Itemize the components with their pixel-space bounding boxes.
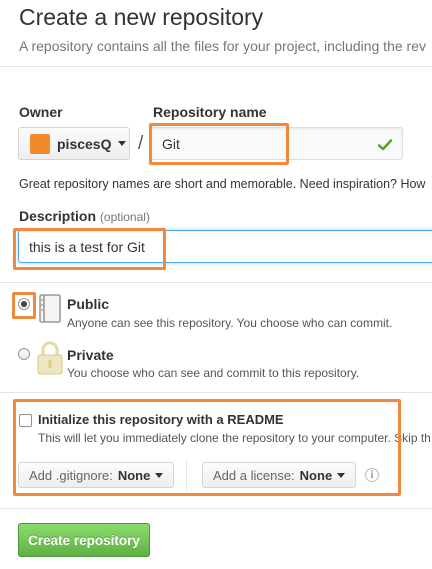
repo-name-label: Repository name [153, 104, 267, 120]
divider [0, 392, 432, 393]
divider [0, 66, 432, 67]
description-label: Description (optional) [19, 208, 150, 224]
private-radio[interactable] [18, 348, 30, 360]
public-title: Public [67, 296, 110, 312]
highlight-repo-name [149, 123, 289, 165]
highlight-public-radio [12, 292, 36, 319]
owner-select[interactable]: piscesQ [18, 127, 130, 160]
avatar [30, 133, 50, 154]
page-title: Create a new repository [19, 4, 264, 30]
divider [0, 508, 432, 509]
highlight-description [13, 228, 166, 270]
caret-down-icon [118, 141, 127, 146]
public-desc: Anyone can see this repository. You choo… [67, 316, 393, 330]
owner-name: piscesQ [57, 135, 112, 152]
owner-repo-separator: / [138, 133, 144, 154]
private-desc: You choose who can see and commit to thi… [67, 366, 360, 380]
optional-label: (optional) [99, 210, 150, 224]
divider [0, 282, 432, 283]
repo-name-hint: Great repository names are short and mem… [19, 177, 426, 191]
check-icon [378, 128, 392, 161]
lock-icon [36, 341, 64, 380]
highlight-initialize [13, 399, 401, 496]
page-subtitle: A repository contains all the files for … [19, 38, 426, 54]
owner-label: Owner [19, 104, 63, 120]
create-repository-button[interactable]: Create repository [18, 523, 150, 557]
private-title: Private [67, 347, 114, 363]
book-icon [38, 294, 64, 329]
